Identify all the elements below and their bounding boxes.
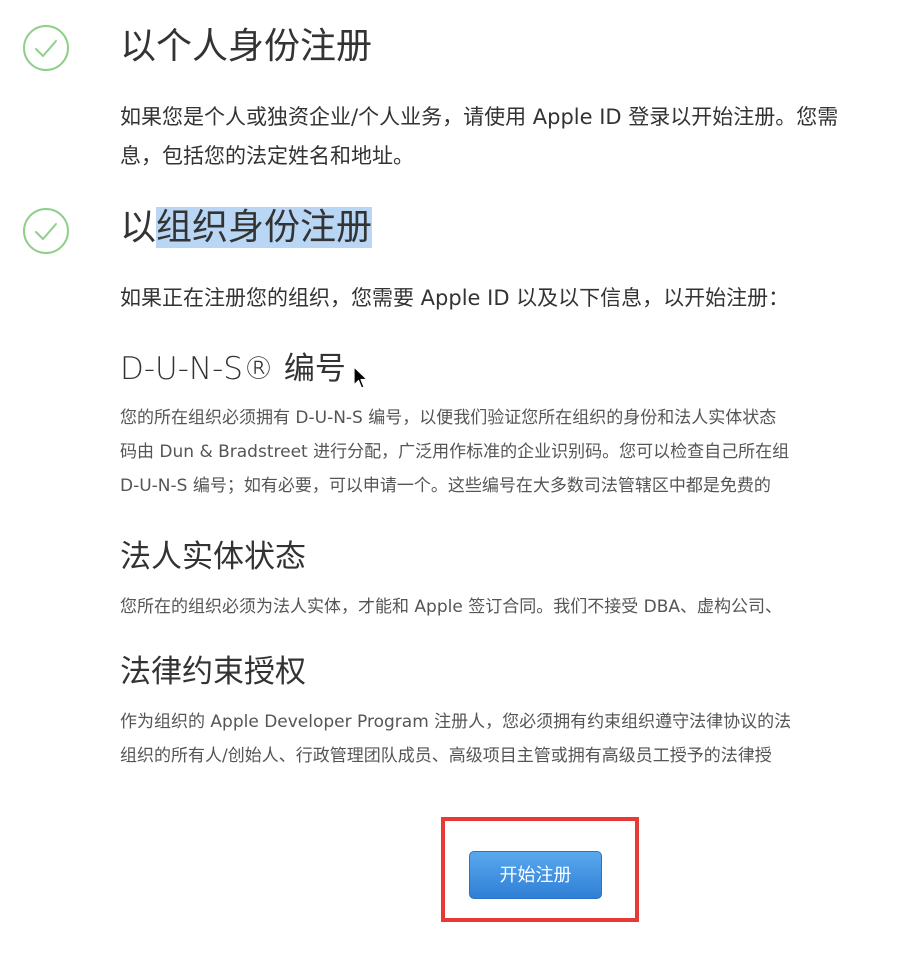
check-circle-icon: [23, 25, 69, 71]
duns-description-line: 码由 Dun & Bradstreet 进行分配，广泛用作标准的企业识别码。您可…: [120, 442, 790, 462]
selected-text-highlight: 组织身份注册: [156, 207, 373, 248]
check-circle-icon: [23, 208, 69, 254]
individual-section-title: 以个人身份注册: [120, 26, 373, 67]
legal-entity-description-line: 您所在的组织必须为法人实体，才能和 Apple 签订合同。我们不接受 DBA、虚…: [120, 597, 782, 617]
legal-authority-description: 作为组织的 Apple Developer Program 注册人，您必须拥有约…: [120, 705, 791, 773]
legal-authority-description-line: 组织的所有人/创始人、行政管理团队成员、高级项目主管或拥有高级员工授予的法律授: [120, 746, 772, 766]
legal-authority-heading: 法律约束授权: [120, 654, 306, 690]
organization-section-title: 以组织身份注册: [120, 204, 373, 252]
duns-description: 您的所在组织必须拥有 D-U-N-S 编号，以便我们验证您所在组织的身份和法人实…: [120, 401, 789, 503]
duns-heading: D-U-N-S® 编号: [120, 351, 346, 387]
duns-description-line: D-U-N-S 编号；如有必要，可以申请一个。这些编号在大多数司法管辖区中都是免…: [120, 476, 771, 496]
individual-description-line: 息，包括您的法定姓名和地址。: [120, 144, 414, 168]
mouse-pointer-icon: [353, 366, 368, 389]
individual-description: 如果您是个人或独资企业/个人业务，请使用 Apple ID 登录以开始注册。您需…: [120, 98, 838, 176]
duns-description-line: 您的所在组织必须拥有 D-U-N-S 编号，以便我们验证您所在组织的身份和法人实…: [120, 408, 777, 428]
legal-authority-description-line: 作为组织的 Apple Developer Program 注册人，您必须拥有约…: [120, 712, 792, 732]
organization-intro: 如果正在注册您的组织，您需要 Apple ID 以及以下信息，以开始注册：: [120, 286, 790, 310]
legal-entity-description: 您所在的组织必须为法人实体，才能和 Apple 签订合同。我们不接受 DBA、虚…: [120, 590, 782, 624]
legal-entity-heading: 法人实体状态: [120, 539, 306, 575]
individual-description-line: 如果您是个人或独资企业/个人业务，请使用 Apple ID 登录以开始注册。您需: [120, 105, 839, 129]
start-enrollment-button[interactable]: 开始注册: [469, 851, 602, 899]
organization-title-prefix: 以: [120, 207, 157, 248]
